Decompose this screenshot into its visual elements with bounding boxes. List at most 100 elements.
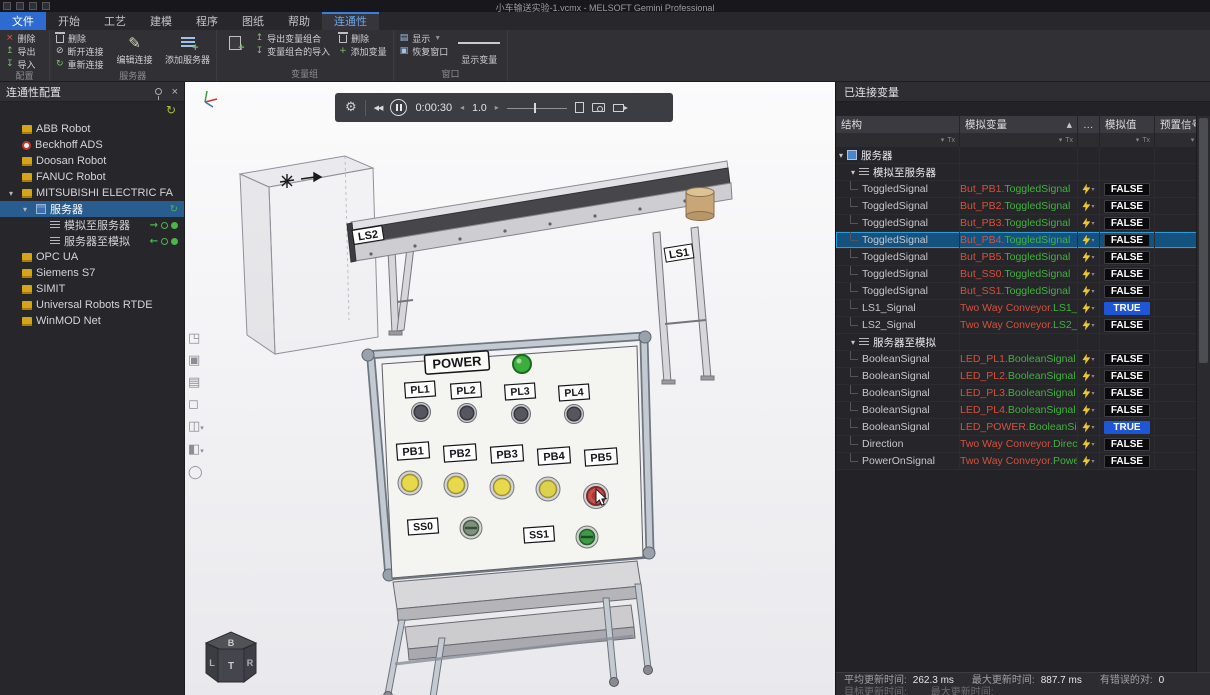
column-structure[interactable]: 结构 <box>836 116 960 133</box>
signal-source-selector[interactable]: ▾ <box>1078 351 1100 367</box>
scrollbar-thumb[interactable] <box>1199 118 1208 363</box>
table-row[interactable]: PowerOnSignalTwo Way Conveyor.PowerOnSig… <box>836 453 1210 470</box>
pause-button[interactable] <box>390 99 407 116</box>
tree-item-opc-ua[interactable]: OPC UA <box>0 249 184 265</box>
signal-source-selector[interactable]: ▾ <box>1078 317 1100 333</box>
filter-structure[interactable]: ▾Tx <box>836 133 960 147</box>
table-row[interactable]: ToggledSignalBut_SS0.ToggledSignal▾FALSE <box>836 266 1210 283</box>
pin-icon[interactable] <box>155 88 162 95</box>
table-row[interactable]: ToggledSignalBut_SS1.ToggledSignal▾FALSE <box>836 283 1210 300</box>
tree-item-siemens-s7[interactable]: Siemens S7 <box>0 265 184 281</box>
tree-item-winmod-net[interactable]: WinMOD Net <box>0 313 184 329</box>
tab-program[interactable]: 程序 <box>184 12 230 30</box>
bounding-box-icon[interactable]: ◻ <box>188 398 204 412</box>
table-row[interactable]: BooleanSignalLED_PL4.BooleanSignal▾FALSE <box>836 402 1210 419</box>
filter-sim-variable[interactable]: ▾Tx <box>960 133 1078 147</box>
column-sim-value[interactable]: 模拟值 <box>1100 116 1155 133</box>
disconnect-button[interactable]: ⊘断开连接 <box>54 45 106 57</box>
push-button-pb4[interactable] <box>536 477 560 501</box>
tab-modeling[interactable]: 建模 <box>138 12 184 30</box>
table-row[interactable]: ToggledSignalBut_PB3.ToggledSignal▾FALSE <box>836 215 1210 232</box>
signal-source-selector[interactable]: ▾ <box>1078 181 1100 197</box>
pilot-lamp-pl4[interactable] <box>565 405 584 424</box>
column-source[interactable]: … <box>1078 116 1100 133</box>
tab-connectivity[interactable]: 连通性 <box>322 12 379 30</box>
export-variable-group-button[interactable]: ↥导出变量组合 <box>254 32 333 44</box>
cube-face-top[interactable]: T <box>228 661 234 672</box>
signal-source-selector[interactable]: ▾ <box>1078 419 1100 435</box>
render-grid-icon[interactable]: ▤ <box>188 376 204 390</box>
tab-process[interactable]: 工艺 <box>92 12 138 30</box>
table-row[interactable]: DirectionTwo Way Conveyor.Direction▾FALS… <box>836 436 1210 453</box>
signal-source-selector[interactable]: ▾ <box>1078 283 1100 299</box>
add-variable-button[interactable]: +添加变量 <box>337 45 389 57</box>
pilot-lamp-pl3[interactable] <box>512 405 531 424</box>
tree-item-abb-robot[interactable]: ABB Robot <box>0 121 184 137</box>
table-group-row[interactable]: ▾模拟至服务器 <box>836 164 1210 181</box>
signal-source-selector[interactable]: ▾ <box>1078 249 1100 265</box>
settings-gear-icon[interactable]: ⚙ <box>345 100 357 115</box>
fit-view-icon[interactable]: ◳ <box>188 332 204 346</box>
filter-sim-value[interactable]: ▾Tx <box>1100 133 1155 147</box>
import-config-button[interactable]: ↧导入 <box>4 58 38 70</box>
table-row[interactable]: BooleanSignalLED_PL2.BooleanSignal▾FALSE <box>836 368 1210 385</box>
table-row[interactable]: BooleanSignalLED_POWER.BooleanSignal▾TRU… <box>836 419 1210 436</box>
signal-source-selector[interactable]: ▾ <box>1078 215 1100 231</box>
shading-mode-icon[interactable]: ◧▾ <box>188 443 204 458</box>
signal-source-selector[interactable]: ▾ <box>1078 300 1100 316</box>
scrollbar[interactable] <box>1196 116 1210 672</box>
collapse-caret-icon[interactable]: ▾ <box>9 189 18 198</box>
restore-window-button[interactable]: ▣恢复窗口 <box>398 45 451 57</box>
cube-face-left[interactable]: L <box>209 658 215 668</box>
table-row[interactable]: BooleanSignalLED_PL3.BooleanSignal▾FALSE <box>836 385 1210 402</box>
import-variable-group-button[interactable]: ↧变量组合的导入 <box>254 45 333 57</box>
table-row[interactable]: ToggledSignalBut_PB2.ToggledSignal▾FALSE <box>836 198 1210 215</box>
table-group-row[interactable]: ▾服务器 <box>836 147 1210 164</box>
tree-item-simit[interactable]: SIMIT <box>0 281 184 297</box>
close-icon[interactable]: × <box>172 86 178 98</box>
pilot-lamp-pl2[interactable] <box>458 404 477 423</box>
tree-item-fanuc-robot[interactable]: FANUC Robot <box>0 169 184 185</box>
display-menu-button[interactable]: ▤显示▼ <box>398 32 451 44</box>
signal-source-selector[interactable]: ▾ <box>1078 368 1100 384</box>
table-row[interactable]: ToggledSignalBut_PB1.ToggledSignal▾FALSE <box>836 181 1210 198</box>
speed-slider[interactable] <box>507 103 567 113</box>
tree-item-universal-robots-rtde[interactable]: Universal Robots RTDE <box>0 297 184 313</box>
add-server-button[interactable]: +添加服务器 <box>164 32 212 66</box>
tab-help[interactable]: 帮助 <box>276 12 322 30</box>
table-row[interactable]: LS2_SignalTwo Way Conveyor.LS2_Signal▾FA… <box>836 317 1210 334</box>
delete-config-button[interactable]: ×删除 <box>4 32 38 44</box>
workpiece-cylinder[interactable] <box>686 188 714 221</box>
power-led[interactable] <box>513 355 531 373</box>
selector-switch-ss1[interactable] <box>576 526 598 548</box>
push-button-pb1[interactable] <box>398 471 422 495</box>
tree-item-doosan-robot[interactable]: Doosan Robot <box>0 153 184 169</box>
cube-face-right[interactable]: R <box>247 658 254 668</box>
slider-handle[interactable] <box>534 103 536 113</box>
table-row[interactable]: LS1_SignalTwo Way Conveyor.LS1_Signal▾TR… <box>836 300 1210 317</box>
column-sim-variable[interactable]: 模拟变量▲ <box>960 116 1078 133</box>
signal-source-selector[interactable]: ▾ <box>1078 198 1100 214</box>
delete-server-button[interactable]: 删除 <box>54 32 106 44</box>
table-row[interactable]: BooleanSignalLED_PL1.BooleanSignal▾FALSE <box>836 351 1210 368</box>
signal-source-selector[interactable]: ▾ <box>1078 402 1100 418</box>
cube-face-back[interactable]: B <box>228 638 235 648</box>
navigation-cube[interactable]: B L T R <box>198 628 264 690</box>
snapshot-icon[interactable]: ▣ <box>188 354 204 368</box>
orbit-view-icon[interactable]: ◯ <box>188 466 204 480</box>
refresh-icon[interactable]: ↻ <box>166 103 176 117</box>
tree-item-server-to-sim[interactable]: 服务器至模拟← <box>0 233 184 249</box>
collapse-caret-icon[interactable]: ▾ <box>23 205 32 214</box>
signal-source-selector[interactable]: ▾ <box>1078 453 1100 469</box>
show-variables-button[interactable]: 显示变量 <box>455 32 503 66</box>
table-row[interactable]: ToggledSignalBut_PB5.ToggledSignal▾FALSE <box>836 249 1210 266</box>
camera-snapshot-icon[interactable] <box>592 103 605 112</box>
3d-scene[interactable]: LS2 LS1 <box>185 82 835 695</box>
tab-home[interactable]: 开始 <box>46 12 92 30</box>
table-row-selected[interactable]: ToggledSignalBut_PB4.ToggledSignal▾FALSE <box>836 232 1210 249</box>
edit-connection-button[interactable]: ✎编辑连接 <box>111 32 159 66</box>
export-config-button[interactable]: ↥导出 <box>4 45 38 57</box>
filter-source[interactable] <box>1078 133 1100 147</box>
3d-viewport[interactable]: LS2 LS1 <box>185 82 835 695</box>
tree-item-beckhoff-ads[interactable]: Beckhoff ADS <box>0 137 184 153</box>
